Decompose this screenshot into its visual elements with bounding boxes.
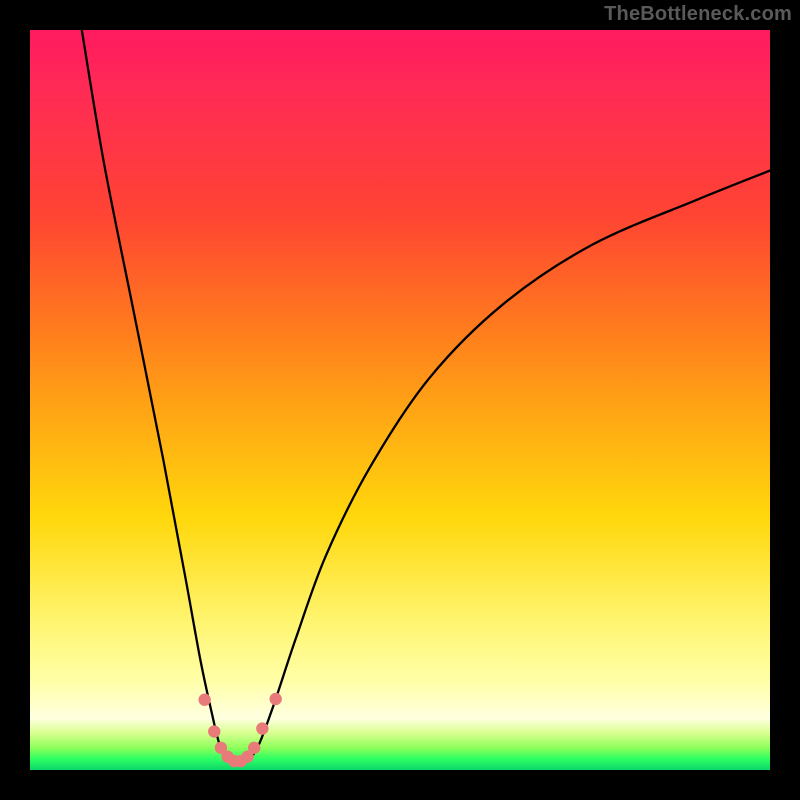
- bottleneck-curve: [82, 30, 770, 763]
- chart-frame: TheBottleneck.com: [0, 0, 800, 800]
- curve-marker: [248, 742, 260, 754]
- curve-marker: [208, 725, 220, 737]
- curve-marker: [256, 722, 268, 734]
- watermark-label: TheBottleneck.com: [604, 3, 792, 26]
- chart-svg: [30, 30, 770, 770]
- curve-marker: [198, 694, 210, 706]
- curve-markers: [198, 693, 281, 768]
- curve-marker: [269, 693, 281, 705]
